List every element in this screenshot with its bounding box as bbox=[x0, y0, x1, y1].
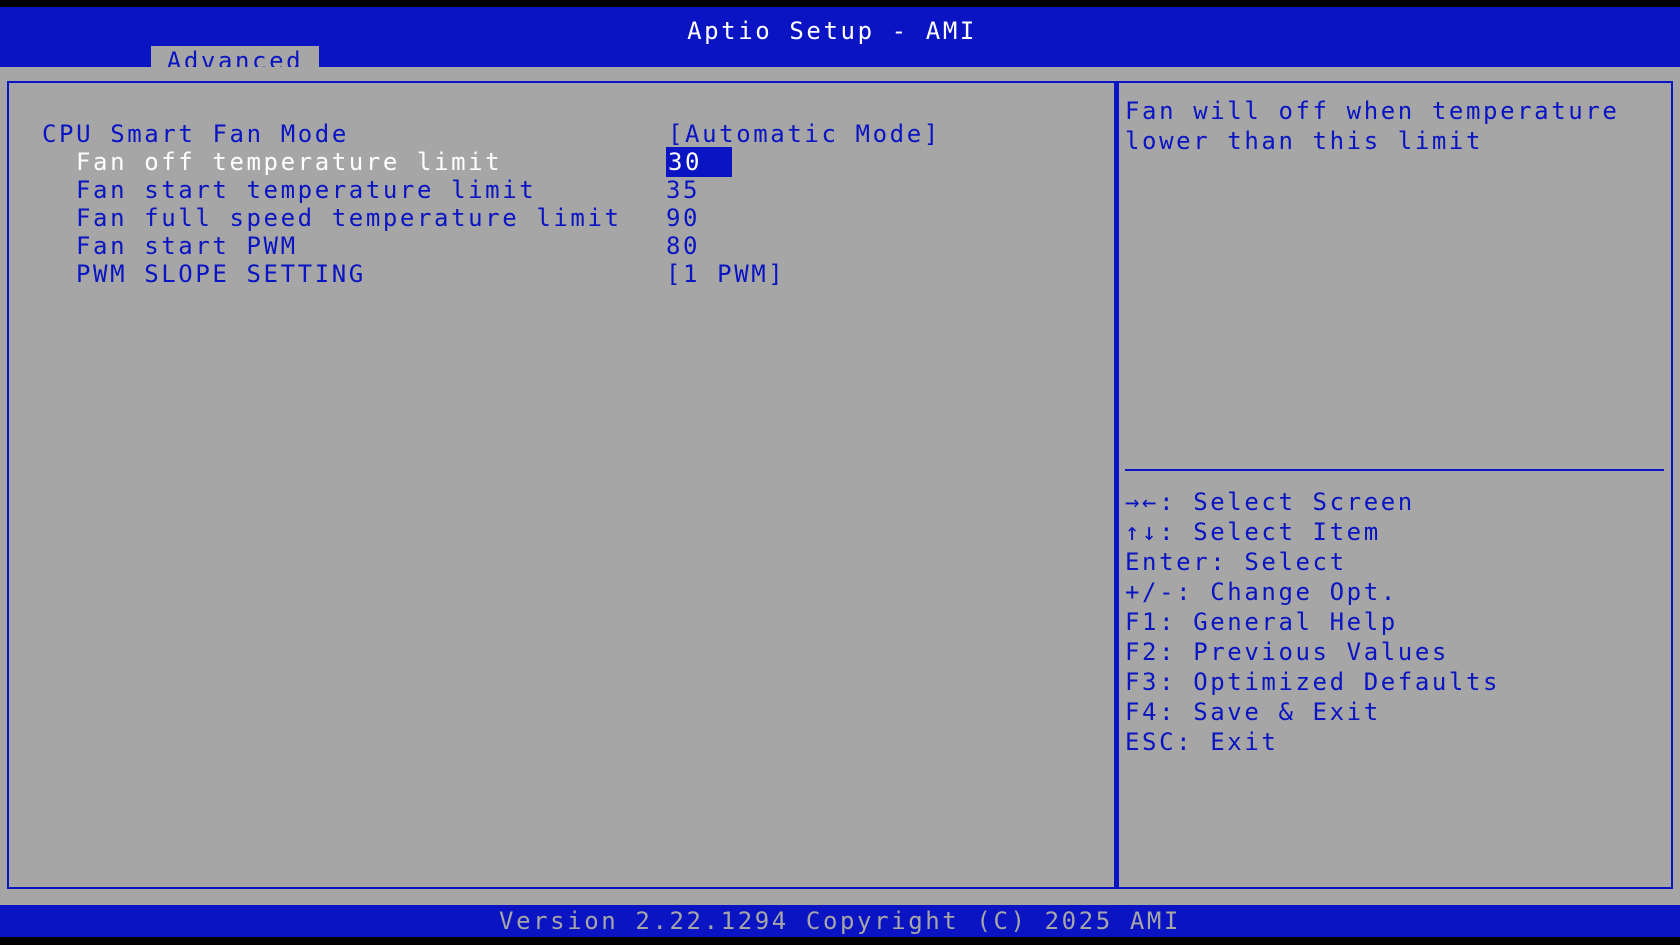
setting-label: Fan start temperature limit bbox=[76, 176, 537, 204]
setting-value-input[interactable]: 35 bbox=[666, 175, 700, 205]
key-hint-enter: Enter: Select bbox=[1125, 548, 1347, 576]
key-hint-optimized-defaults: F3: Optimized Defaults bbox=[1125, 668, 1501, 696]
setting-value-dropdown[interactable]: [Automatic Mode] bbox=[668, 119, 941, 149]
version-footer: Version 2.22.1294 Copyright (C) 2025 AMI bbox=[0, 905, 1680, 937]
setting-label: CPU Smart Fan Mode bbox=[42, 120, 349, 148]
title-bar: Aptio Setup - AMI Advanced bbox=[0, 7, 1680, 75]
setting-value-input[interactable]: 30 bbox=[666, 147, 732, 177]
setting-value-input[interactable]: 80 bbox=[666, 231, 700, 261]
key-legend: →←: Select Screen ↑↓: Select Item Enter:… bbox=[1125, 487, 1500, 757]
key-hint-exit: ESC: Exit bbox=[1125, 728, 1279, 756]
setting-label: Fan start PWM bbox=[76, 232, 298, 260]
setting-label: Fan full speed temperature limit bbox=[76, 204, 622, 232]
key-hint-save-exit: F4: Save & Exit bbox=[1125, 698, 1381, 726]
help-panel bbox=[1116, 81, 1673, 889]
key-hint-previous-values: F2: Previous Values bbox=[1125, 638, 1449, 666]
key-hint-general-help: F1: General Help bbox=[1125, 608, 1398, 636]
key-hint-change-opt: +/-: Change Opt. bbox=[1125, 578, 1398, 606]
help-text: Fan will off when temperature lower than… bbox=[1125, 97, 1620, 155]
setting-label: Fan off temperature limit bbox=[76, 148, 503, 176]
help-divider bbox=[1125, 469, 1664, 471]
bios-setup-screen: Aptio Setup - AMI Advanced CPU Smart Fan… bbox=[0, 0, 1680, 945]
main-area: CPU Smart Fan Mode [Automatic Mode] Fan … bbox=[0, 67, 1680, 905]
setting-value-input[interactable]: 90 bbox=[666, 203, 700, 233]
setting-label: PWM SLOPE SETTING bbox=[76, 260, 366, 288]
key-hint-select-screen: →←: Select Screen bbox=[1125, 488, 1415, 516]
setting-value-dropdown[interactable]: [1 PWM] bbox=[666, 259, 785, 289]
app-title: Aptio Setup - AMI bbox=[687, 17, 977, 45]
key-hint-select-item: ↑↓: Select Item bbox=[1125, 518, 1381, 546]
